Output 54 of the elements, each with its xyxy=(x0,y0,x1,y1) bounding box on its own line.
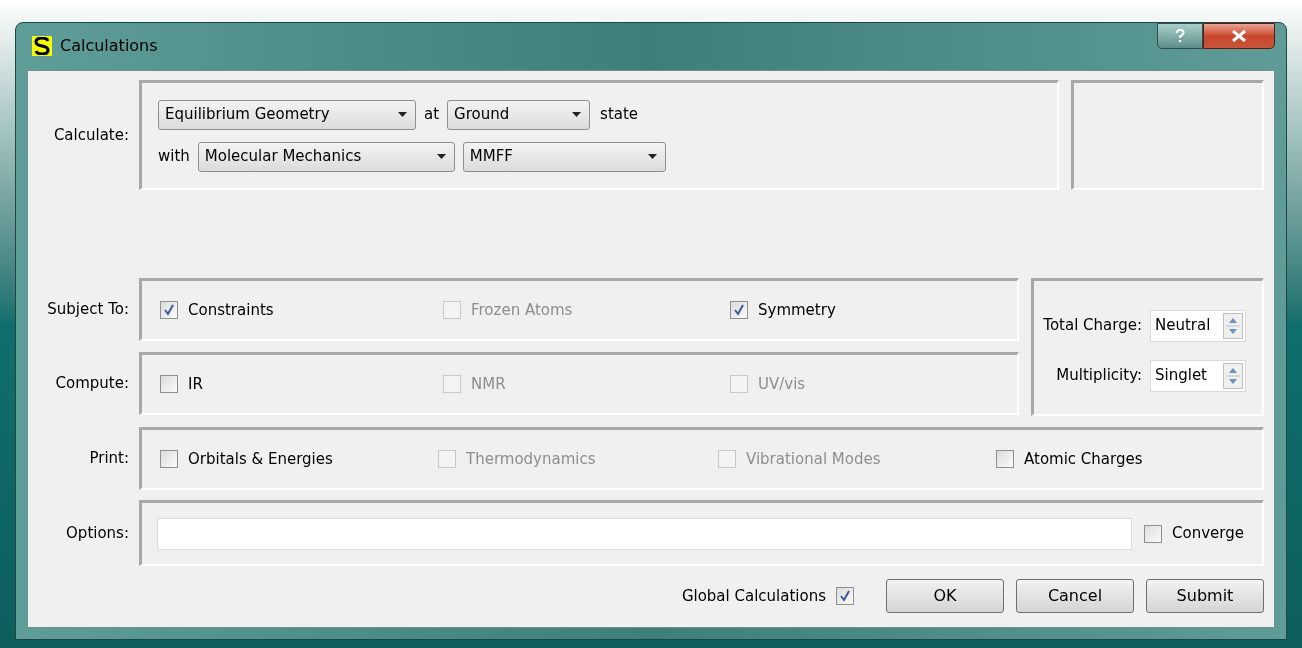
checkmark-icon xyxy=(839,590,851,602)
close-icon xyxy=(1231,30,1247,42)
checkbox-label: Converge xyxy=(1172,523,1244,545)
connector-text: with xyxy=(158,146,190,168)
checkbox[interactable] xyxy=(1144,524,1163,543)
checkbox-label: Orbitals & Energies xyxy=(188,448,333,470)
connector-text: state xyxy=(600,104,639,126)
options-field[interactable] xyxy=(157,517,1133,550)
checkbox[interactable] xyxy=(160,301,178,319)
checkbox[interactable] xyxy=(730,301,748,319)
spinner-arrows-icon[interactable] xyxy=(1223,312,1243,339)
spinner-arrows-icon[interactable] xyxy=(1223,362,1243,389)
caret-icon xyxy=(647,154,657,159)
caret-icon xyxy=(436,154,446,159)
checkbox[interactable] xyxy=(160,375,178,393)
dialog-button[interactable]: Submit xyxy=(1146,579,1264,613)
checkbox-label: UV/vis xyxy=(758,373,806,395)
checkbox-label: Atomic Charges xyxy=(1024,448,1143,470)
row-label: Compute: xyxy=(55,373,129,395)
caret-icon xyxy=(398,112,407,117)
window-title: Calculations xyxy=(60,35,158,57)
question-mark-icon xyxy=(1175,29,1185,43)
checkbox[interactable] xyxy=(996,450,1014,468)
checkbox-label: Symmetry xyxy=(758,299,836,321)
field-label: Multiplicity: xyxy=(1056,365,1142,387)
checkbox-label: Global Calculations xyxy=(681,585,826,607)
spin-field[interactable]: Singlet xyxy=(1150,359,1246,392)
row-label: Subject To: xyxy=(47,299,129,321)
dropdown[interactable]: Molecular Mechanics xyxy=(197,141,455,172)
checkmark-icon xyxy=(733,304,745,316)
dropdown[interactable]: Equilibrium Geometry xyxy=(158,99,416,130)
close-button[interactable] xyxy=(1203,23,1275,49)
dropdown[interactable]: MMFF xyxy=(462,141,666,172)
row-label: Calculate: xyxy=(53,124,129,146)
dropdown[interactable]: Ground xyxy=(447,99,591,130)
checkbox-label: Frozen Atoms xyxy=(471,299,573,321)
checkbox-label: NMR xyxy=(471,373,506,395)
field-label: Total Charge: xyxy=(1043,315,1142,337)
caret-icon xyxy=(572,112,582,117)
help-button[interactable] xyxy=(1157,23,1203,49)
checkbox[interactable] xyxy=(836,587,854,605)
row-label: Options: xyxy=(66,522,129,544)
row-label: Print: xyxy=(89,448,129,470)
checkbox[interactable] xyxy=(160,450,178,468)
checkbox-label: Constraints xyxy=(188,299,274,321)
app-logo-icon xyxy=(32,36,52,56)
connector-text: at xyxy=(424,104,440,126)
checkbox-label: Thermodynamics xyxy=(466,448,596,470)
checkmark-icon xyxy=(163,304,175,316)
checkbox-label: Vibrational Modes xyxy=(746,448,881,470)
dialog-button[interactable]: OK xyxy=(886,579,1004,613)
dialog-button[interactable]: Cancel xyxy=(1016,579,1134,613)
checkbox-label: IR xyxy=(188,373,203,395)
spin-field[interactable]: Neutral xyxy=(1150,309,1246,342)
